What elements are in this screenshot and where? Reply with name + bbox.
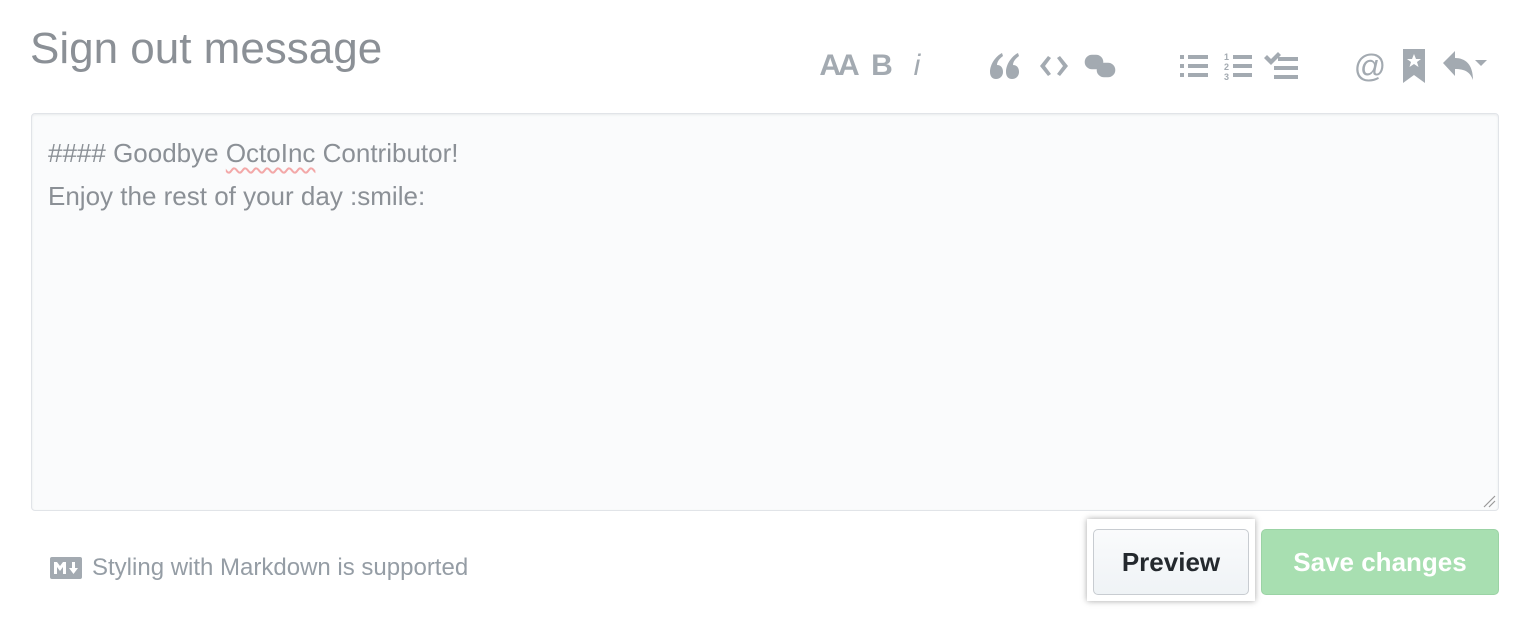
message-textarea[interactable]: #### Goodbye OctoInc Contributor! Enjoy … [31, 113, 1499, 511]
italic-icon[interactable]: i [908, 48, 926, 84]
code-icon[interactable] [1038, 48, 1070, 84]
quote-icon[interactable] [988, 48, 1022, 84]
unordered-list-icon[interactable] [1178, 48, 1210, 84]
editor-line-1: #### Goodbye OctoInc Contributor! [48, 138, 458, 169]
resize-handle-icon[interactable] [1482, 494, 1496, 508]
ordered-list-icon[interactable]: 123 [1222, 48, 1254, 84]
bold-icon[interactable]: B [870, 48, 894, 84]
svg-text:2: 2 [1224, 62, 1229, 72]
save-changes-button[interactable]: Save changes [1261, 529, 1499, 595]
mention-icon[interactable]: @ [1352, 48, 1388, 84]
svg-text:1: 1 [1224, 52, 1229, 62]
page-title: Sign out message [30, 24, 383, 73]
text: Contributor! [315, 138, 459, 168]
preview-button[interactable]: Preview [1093, 529, 1249, 595]
text: #### Goodbye [48, 138, 226, 168]
svg-text:3: 3 [1224, 72, 1229, 80]
editor-line-2: Enjoy the rest of your day :smile: [48, 181, 426, 211]
markdown-note: Styling with Markdown is supported [50, 554, 468, 582]
markdown-icon [50, 557, 82, 579]
link-icon[interactable] [1083, 48, 1117, 84]
task-list-icon[interactable] [1262, 48, 1300, 84]
markdown-note-text: Styling with Markdown is supported [92, 554, 469, 581]
text-size-icon[interactable]: AA [818, 48, 859, 84]
misspelled-word: OctoInc [225, 138, 316, 168]
reply-icon[interactable] [1442, 48, 1490, 84]
saved-replies-icon[interactable] [1400, 48, 1428, 84]
